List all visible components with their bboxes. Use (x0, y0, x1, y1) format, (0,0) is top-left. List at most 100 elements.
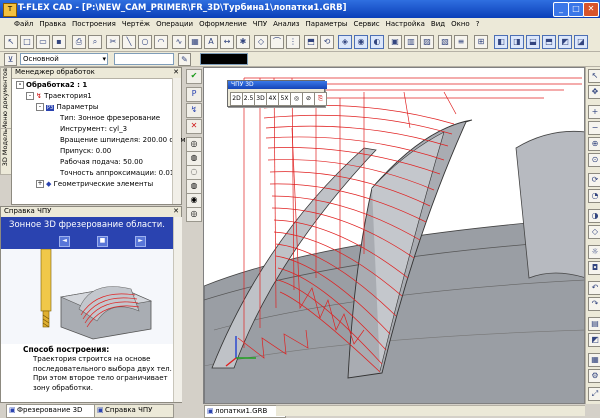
tree-item[interactable]: Точность аппроксимации: 0.01 (60, 169, 174, 177)
rotate-view-icon[interactable]: ⟳ (588, 173, 600, 187)
tree-item[interactable]: Рабочая подача: 50.00 (60, 158, 143, 166)
camera-icon[interactable]: ◘ (588, 261, 600, 275)
parameters-icon[interactable]: P (186, 87, 202, 102)
menu-cnc[interactable]: ЧПУ (250, 18, 270, 28)
view-top-icon[interactable]: ⬓ (526, 35, 540, 49)
tree-item[interactable]: Вращение шпинделя: 200.00 об/ми (60, 136, 190, 144)
zoom-all-icon[interactable]: ⊕ (588, 137, 600, 151)
maximize-button[interactable]: □ (568, 2, 584, 17)
layers-icon[interactable]: ≡ (454, 35, 468, 49)
circle-icon[interactable]: ○ (138, 35, 152, 49)
menu-window[interactable]: Окно (448, 18, 473, 28)
close-button[interactable]: ✕ (583, 2, 599, 17)
horizontal-scrollbar[interactable] (276, 405, 585, 416)
tool-5-icon[interactable]: ◉ (186, 193, 202, 208)
tool-1-icon[interactable]: ◎ (186, 137, 202, 152)
light-icon[interactable]: ☼ (588, 245, 600, 259)
zoom-fit-icon[interactable]: ⊙ (588, 153, 600, 167)
tree-item[interactable]: Припуск: 0.00 (60, 147, 111, 155)
ok-icon[interactable]: ✔ (186, 69, 202, 84)
minimize-button[interactable]: _ (553, 2, 569, 17)
tool-2-icon[interactable]: ◍ (186, 151, 202, 166)
combo-2[interactable] (114, 53, 174, 65)
measure-icon[interactable]: ▥ (404, 35, 418, 49)
fullscreen-icon[interactable]: ⤢ (588, 387, 600, 401)
arc-icon[interactable]: ◠ (154, 35, 168, 49)
snap-icon[interactable]: ↖ (588, 69, 600, 83)
menu-view[interactable]: Вид (428, 18, 448, 28)
profile-icon[interactable]: ⌒ (270, 35, 284, 49)
panel-close-icon[interactable]: ✕ (173, 68, 179, 77)
body-icon[interactable]: ▣ (388, 35, 402, 49)
tab-cnc-help[interactable]: ▣ Справка ЧПУ (94, 404, 174, 418)
tree-item[interactable]: - P3 Параметры (36, 103, 98, 111)
menu-file[interactable]: Файл (0, 18, 36, 28)
zoom-window-icon[interactable]: ⊞ (474, 35, 488, 49)
dimension-icon[interactable]: ↔ (220, 35, 234, 49)
tool-3-icon[interactable]: ◌ (186, 165, 202, 180)
redo-view-icon[interactable]: ↷ (588, 297, 600, 311)
help-next-button[interactable]: ► (135, 236, 146, 247)
menu-operations[interactable]: Операции (153, 18, 196, 28)
tool-6-icon[interactable]: ◎ (186, 207, 202, 222)
options-icon[interactable]: ⚙ (588, 369, 600, 383)
wireframe-icon[interactable]: ◇ (588, 225, 600, 239)
view-right-icon[interactable]: ◩ (558, 35, 572, 49)
text-icon[interactable]: A (204, 35, 218, 49)
menu-annotation[interactable]: Оформление (196, 18, 250, 28)
menu-edit[interactable]: Правка (36, 18, 69, 28)
extrude-icon[interactable]: ⬒ (304, 35, 318, 49)
loft-icon[interactable]: ◈ (338, 35, 352, 49)
fillet-icon[interactable]: ◐ (370, 35, 384, 49)
pointer-icon[interactable]: ↖ (4, 35, 18, 49)
tree-item[interactable]: + ◆ Геометрические элементы (36, 180, 153, 188)
section-icon[interactable]: ▧ (438, 35, 452, 49)
tree-item[interactable]: Тип: Зонное фрезерование (60, 114, 160, 122)
model-view[interactable] (204, 68, 585, 404)
brush-icon[interactable]: ✎ (178, 53, 191, 66)
node-icon[interactable]: ✱ (236, 35, 250, 49)
shade-icon[interactable]: ◑ (588, 209, 600, 223)
view-front-icon[interactable]: ◨ (510, 35, 524, 49)
help-home-button[interactable]: ■ (97, 236, 108, 247)
document-tab[interactable]: ▣ лопатки1.GRB (204, 405, 286, 418)
cnc-export-button[interactable]: ⎘ (314, 92, 327, 106)
menu-service[interactable]: Сервис (350, 18, 382, 28)
orbit-icon[interactable]: ◔ (588, 189, 600, 203)
rotate-icon[interactable]: ⟲ (320, 35, 334, 49)
help-close-icon[interactable]: ✕ (173, 207, 179, 216)
view-bottom-icon[interactable]: ◪ (574, 35, 588, 49)
cut-icon[interactable]: ✂ (106, 35, 120, 49)
view-left-icon[interactable]: ⬒ (542, 35, 556, 49)
section-view-icon[interactable]: ▤ (588, 317, 600, 331)
filter-icon[interactable]: ⊻ (4, 53, 17, 66)
menu-settings[interactable]: Настройка (383, 18, 428, 28)
hatch-icon[interactable]: ▦ (188, 35, 202, 49)
toolpath-icon[interactable]: ↯ (186, 103, 202, 118)
menu-parameters[interactable]: Параметры (303, 18, 351, 28)
3d-viewport[interactable] (203, 67, 585, 404)
tree-item[interactable]: - Обработка2 : 1 (16, 81, 87, 89)
layer-combo[interactable]: Основной ▾ (20, 53, 108, 65)
undo-view-icon[interactable]: ↶ (588, 281, 600, 295)
tool-4-icon[interactable]: ◍ (186, 179, 202, 194)
save-icon[interactable]: ▪ (52, 35, 66, 49)
grid-icon[interactable]: ⋮ (286, 35, 300, 49)
preview-icon[interactable]: ⌕ (88, 35, 102, 49)
zoom-in-icon[interactable]: + (588, 105, 600, 119)
zoom-out-icon[interactable]: − (588, 121, 600, 135)
pan-icon[interactable]: ✥ (588, 85, 600, 99)
workplane-icon[interactable]: ◇ (254, 35, 268, 49)
open-icon[interactable]: ▭ (36, 35, 50, 49)
tree-scrollbar[interactable] (172, 78, 181, 204)
layers-view-icon[interactable]: ▦ (588, 353, 600, 367)
help-prev-button[interactable]: ◄ (59, 236, 70, 247)
boolean-icon[interactable]: ◉ (354, 35, 368, 49)
spline-icon[interactable]: ∿ (172, 35, 186, 49)
line-icon[interactable]: ╲ (122, 35, 136, 49)
cancel-icon[interactable]: ✕ (186, 119, 202, 134)
color-combo[interactable] (200, 53, 248, 65)
menu-analysis[interactable]: Анализ (270, 18, 302, 28)
new-icon[interactable]: □ (20, 35, 34, 49)
hide-icon[interactable]: ▨ (420, 35, 434, 49)
